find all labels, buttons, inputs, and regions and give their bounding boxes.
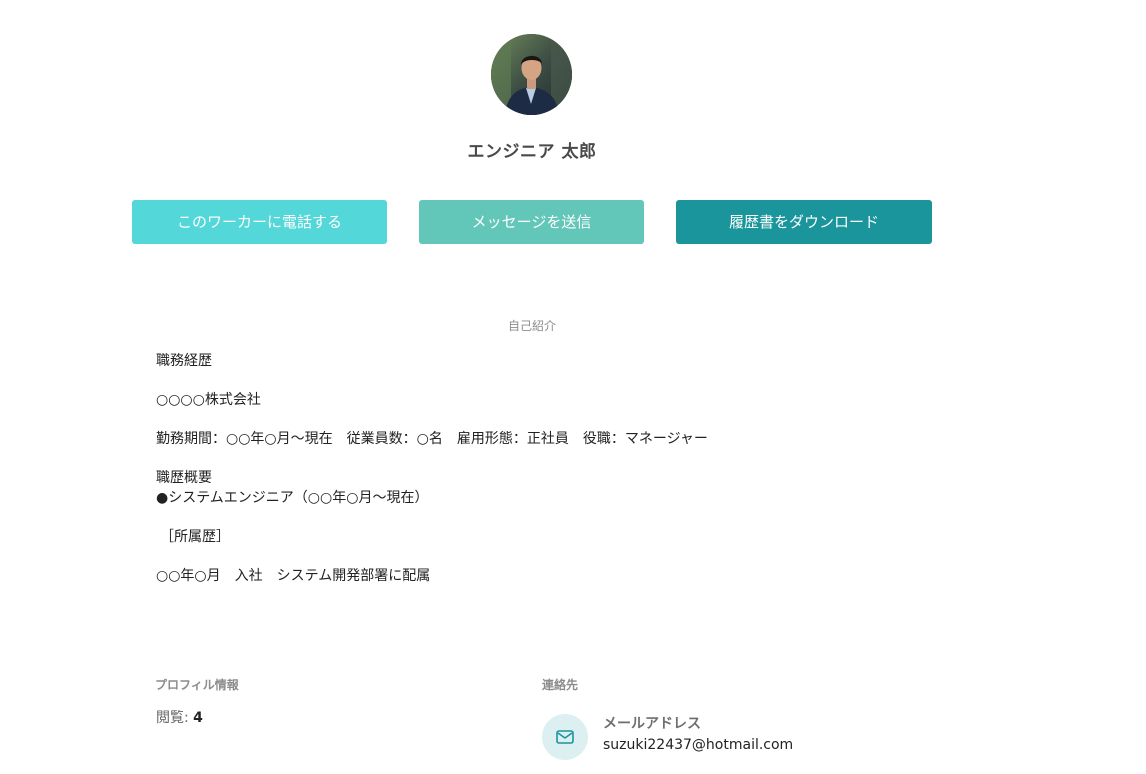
email-value[interactable]: suzuki22437@hotmail.com — [603, 737, 793, 753]
self-introduction-title: 自己紹介 — [507, 319, 556, 333]
intro-line: 職歴概要 — [156, 470, 212, 486]
mail-icon — [556, 730, 574, 744]
view-count: 閲覧: 4 — [156, 707, 203, 727]
view-count-value: 4 — [193, 710, 203, 726]
intro-line: ○○○○株式会社 — [156, 392, 261, 408]
download-resume-button[interactable]: 履歴書をダウンロード — [676, 200, 932, 244]
avatar-photo — [491, 34, 572, 115]
contact-heading: 連絡先 — [542, 678, 579, 692]
email-icon-badge — [542, 714, 588, 760]
intro-line: ●システムエンジニア（○○年○月～現在） — [156, 490, 429, 506]
email-label: メールアドレス — [603, 716, 701, 732]
intro-line: 勤務期間：○○年○月～現在 従業員数：○名 雇用形態：正社員 役職：マネージャー — [156, 431, 708, 447]
self-introduction-body: 職務経歴 ○○○○株式会社 勤務期間：○○年○月～現在 従業員数：○名 雇用形態… — [156, 351, 956, 586]
worker-profile-page: エンジニア 太郎 このワーカーに電話する メッセージを送信 履歴書をダウンロード… — [0, 0, 1146, 774]
worker-name: エンジニア 太郎 — [467, 142, 597, 162]
intro-line: 職務経歴 — [156, 353, 212, 369]
intro-line: ○○年○月 入社 システム開発部署に配属 — [156, 568, 431, 584]
call-worker-button[interactable]: このワーカーに電話する — [132, 200, 387, 244]
intro-line: ［所属歴］ — [160, 529, 230, 545]
profile-info-heading: プロフィル情報 — [155, 678, 239, 692]
avatar — [491, 34, 572, 115]
send-message-button[interactable]: メッセージを送信 — [419, 200, 644, 244]
view-count-label: 閲覧: — [156, 710, 189, 726]
